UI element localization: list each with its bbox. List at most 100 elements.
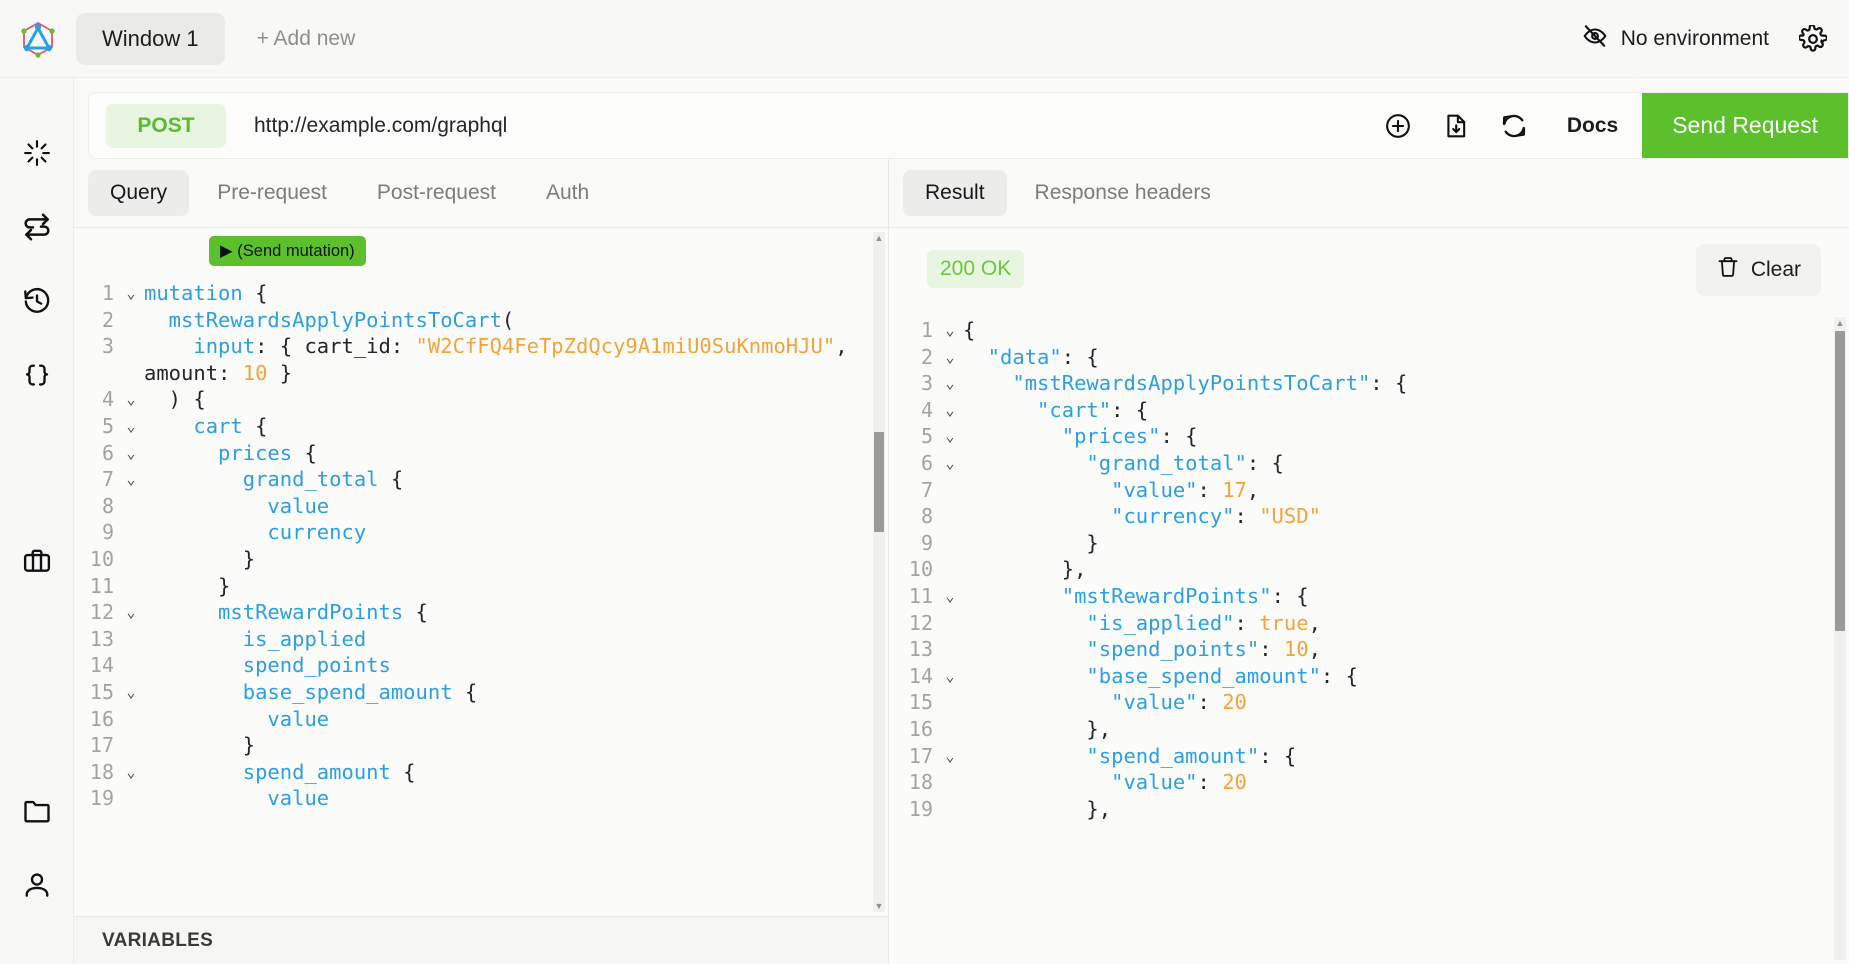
docs-button[interactable]: Docs [1543, 114, 1642, 138]
sidebar-item-variables[interactable] [0, 340, 74, 414]
chevron-down-icon[interactable]: ⌄ [937, 583, 963, 610]
add-new-window-button[interactable]: + Add new [251, 19, 362, 59]
fold-placeholder [937, 530, 963, 557]
result-viewer[interactable]: 1⌄{2⌄ "data": {3⌄ "mstRewardsApplyPoints… [889, 313, 1849, 964]
tab-query[interactable]: Query [88, 170, 189, 216]
clear-result-button[interactable]: Clear [1696, 244, 1821, 296]
altair-graphql-logo [18, 19, 58, 59]
chevron-down-icon[interactable]: ⌄ [118, 413, 144, 440]
line-number: 2 [889, 344, 937, 371]
fold-placeholder [118, 626, 144, 653]
code-line-text: "data": { [963, 344, 1849, 371]
window-tab-label: Window 1 [102, 26, 199, 52]
fold-placeholder [118, 573, 144, 600]
fold-placeholder [937, 503, 963, 530]
code-line-text: value [144, 493, 888, 520]
chevron-down-icon[interactable]: ⌄ [118, 386, 144, 413]
chevron-down-icon[interactable]: ⌄ [937, 423, 963, 450]
tab-result[interactable]: Result [903, 170, 1007, 216]
chevron-down-icon[interactable]: ⌄ [118, 679, 144, 706]
tab-pre-request[interactable]: Pre-request [195, 170, 349, 216]
chevron-down-icon[interactable]: ⌄ [937, 450, 963, 477]
fold-placeholder [937, 796, 963, 823]
code-line-text: }, [963, 716, 1849, 743]
code-line: 11 } [74, 573, 888, 600]
variables-section-header[interactable]: VARIABLES [74, 916, 888, 964]
chevron-down-icon[interactable]: ⌄ [937, 317, 963, 344]
line-number [74, 360, 118, 387]
sidebar-item-account[interactable] [0, 850, 74, 924]
chevron-down-icon[interactable]: ⌄ [118, 440, 144, 467]
code-line-text: "grand_total": { [963, 450, 1849, 477]
scroll-down-arrow-icon[interactable]: ▼ [874, 900, 884, 912]
environment-selector[interactable]: No environment [1582, 23, 1769, 55]
http-method-selector[interactable]: POST [106, 104, 226, 148]
line-number: 16 [74, 706, 118, 733]
plus-circle-icon[interactable] [1369, 112, 1427, 140]
sidebar-item-collections[interactable] [0, 526, 74, 600]
sidebar-item-subscriptions[interactable] [0, 192, 74, 266]
chevron-down-icon[interactable]: ⌄ [937, 663, 963, 690]
tab-auth[interactable]: Auth [524, 170, 611, 216]
chevron-down-icon[interactable]: ⌄ [937, 397, 963, 424]
code-line: 1⌄mutation { [74, 280, 888, 307]
result-scrollbar[interactable]: ▲ [1834, 317, 1846, 960]
result-code-content[interactable]: 1⌄{2⌄ "data": {3⌄ "mstRewardsApplyPoints… [889, 313, 1849, 822]
line-number: 1 [74, 280, 118, 307]
line-number: 14 [74, 652, 118, 679]
scroll-up-arrow-icon[interactable]: ▲ [874, 232, 884, 244]
code-line-text: "is_applied": true, [963, 610, 1849, 637]
fold-placeholder [118, 785, 144, 812]
code-line: 9 } [889, 530, 1849, 557]
code-line: 2⌄ "data": { [889, 344, 1849, 371]
code-line-text: prices { [144, 440, 888, 467]
chevron-down-icon[interactable]: ⌄ [118, 280, 144, 307]
line-number: 4 [74, 386, 118, 413]
code-line-text: }, [963, 556, 1849, 583]
code-line: 6⌄ "grand_total": { [889, 450, 1849, 477]
query-scrollbar-thumb[interactable] [874, 432, 884, 532]
code-line: 3⌄ "mstRewardsApplyPointsToCart": { [889, 370, 1849, 397]
code-line-text: spend_amount { [144, 759, 888, 786]
file-download-icon[interactable] [1427, 112, 1485, 140]
tab-response-headers[interactable]: Response headers [1013, 170, 1233, 216]
query-code-content[interactable]: 1⌄mutation {2 mstRewardsApplyPointsToCar… [74, 250, 888, 812]
refresh-icon[interactable] [1485, 111, 1543, 141]
send-request-button[interactable]: Send Request [1642, 92, 1848, 159]
code-line-text: grand_total { [144, 466, 888, 493]
line-number: 6 [74, 440, 118, 467]
result-scroll-up-arrow-icon[interactable]: ▲ [1835, 317, 1845, 329]
fold-placeholder [118, 307, 144, 334]
fold-placeholder [937, 610, 963, 637]
result-scrollbar-thumb[interactable] [1835, 331, 1845, 631]
line-number: 15 [889, 689, 937, 716]
query-scrollbar-track[interactable] [873, 232, 885, 912]
chevron-down-icon[interactable]: ⌄ [937, 743, 963, 770]
sidebar-item-history[interactable] [0, 266, 74, 340]
code-line-text: "currency": "USD" [963, 503, 1849, 530]
fold-placeholder [937, 556, 963, 583]
gear-icon[interactable] [1799, 25, 1827, 53]
code-line-text: "mstRewardPoints": { [963, 583, 1849, 610]
fold-placeholder [118, 333, 144, 360]
line-number: 11 [889, 583, 937, 610]
chevron-down-icon[interactable]: ⌄ [937, 344, 963, 371]
code-line: 4⌄ "cart": { [889, 397, 1849, 424]
chevron-down-icon[interactable]: ⌄ [118, 599, 144, 626]
fold-placeholder [118, 519, 144, 546]
code-line-text: "value": 17, [963, 477, 1849, 504]
code-line-text: } [144, 732, 888, 759]
sidebar-item-files[interactable] [0, 776, 74, 850]
chevron-down-icon[interactable]: ⌄ [118, 759, 144, 786]
sidebar-item-star[interactable] [0, 118, 74, 192]
query-editor-scrollbar[interactable]: ▲ ▼ [873, 232, 885, 912]
window-tab-1[interactable]: Window 1 [76, 13, 225, 65]
chevron-down-icon[interactable]: ⌄ [118, 466, 144, 493]
url-input[interactable] [226, 114, 1369, 138]
code-line: 8 "currency": "USD" [889, 503, 1849, 530]
code-line-text: value [144, 706, 888, 733]
query-editor[interactable]: ▶ (Send mutation) 1⌄mutation {2 mstRewar… [74, 227, 888, 916]
chevron-down-icon[interactable]: ⌄ [937, 370, 963, 397]
send-mutation-codelens[interactable]: ▶ (Send mutation) [209, 236, 366, 266]
tab-post-request[interactable]: Post-request [355, 170, 518, 216]
